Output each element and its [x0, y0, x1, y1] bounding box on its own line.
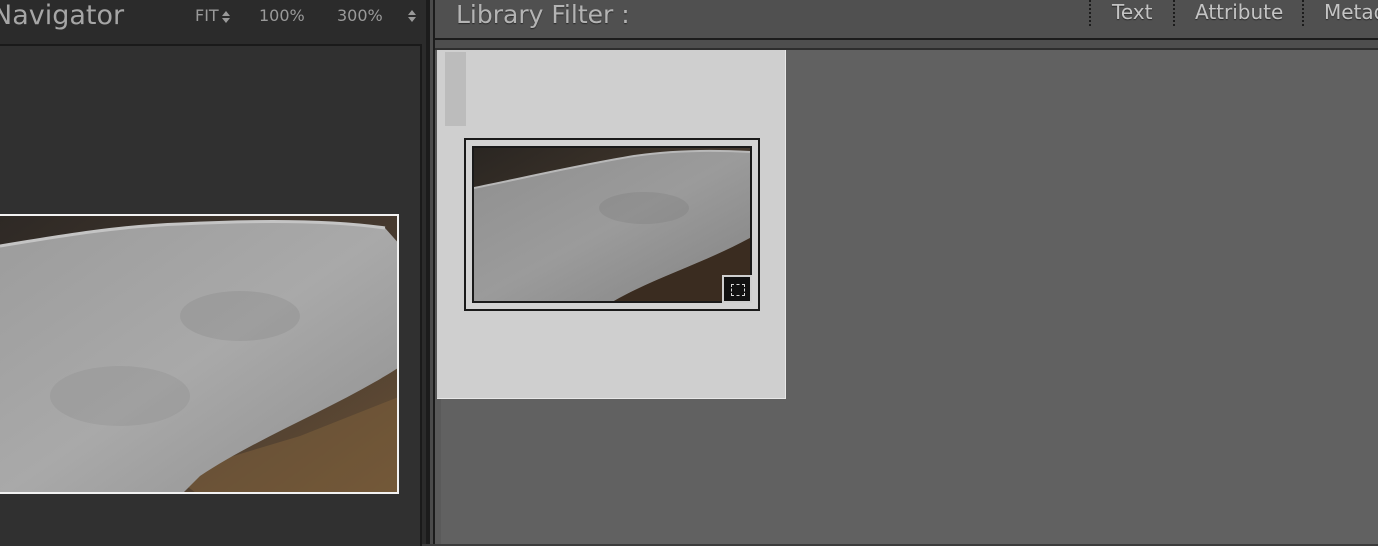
- filter-separator: [1089, 0, 1091, 26]
- navigator-body: [0, 44, 422, 546]
- zoom-100-option[interactable]: 100%: [259, 6, 305, 26]
- zoom-menu-updown-icon[interactable]: [407, 9, 417, 23]
- grid-cell-selected[interactable]: [437, 50, 786, 399]
- updown-icon[interactable]: [221, 10, 231, 24]
- navigator-title: Navigator: [0, 0, 125, 31]
- filter-separator: [1173, 0, 1175, 26]
- filter-tab-attribute[interactable]: Attribute: [1195, 0, 1283, 24]
- zoom-fit-label: FIT: [195, 6, 219, 25]
- cell-index-tab: [445, 52, 466, 126]
- library-filter-title: Library Filter :: [456, 0, 630, 29]
- fabric-photo-thumbnail: [474, 148, 750, 301]
- navigator-header[interactable]: Navigator FIT 100% 300%: [0, 0, 432, 42]
- fabric-photo-image: [0, 216, 397, 492]
- navigator-preview-image[interactable]: [0, 214, 399, 494]
- filter-tab-metadata[interactable]: Metadata: [1324, 0, 1378, 24]
- thumbnail-image[interactable]: [472, 146, 752, 303]
- panel-divider-grip[interactable]: [430, 0, 433, 544]
- library-grid[interactable]: [435, 50, 1378, 544]
- thumbnail-frame[interactable]: [464, 138, 760, 311]
- filter-bar-bottom-strip: [435, 40, 1378, 50]
- filter-separator: [1302, 0, 1304, 26]
- filter-tab-text[interactable]: Text: [1112, 0, 1152, 24]
- zoom-300-option[interactable]: 300%: [337, 6, 383, 26]
- library-filter-bar: Library Filter : Text Attribute Metadata: [435, 0, 1378, 40]
- crop-badge[interactable]: [722, 275, 752, 303]
- navigator-panel: Navigator FIT 100% 300%: [0, 0, 432, 546]
- zoom-fit-option[interactable]: FIT: [195, 6, 231, 26]
- crop-icon: [731, 284, 745, 296]
